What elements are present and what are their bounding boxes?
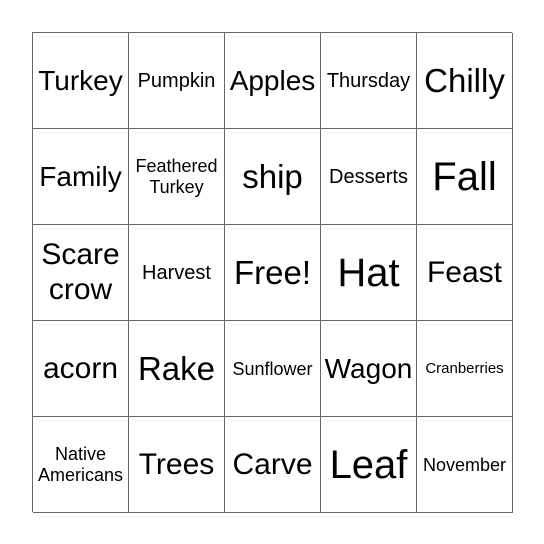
- bingo-cell[interactable]: Carve: [225, 417, 321, 513]
- bingo-cell[interactable]: Sunflower: [225, 321, 321, 417]
- cell-text: Wagon: [324, 352, 413, 384]
- bingo-cell[interactable]: ship: [225, 129, 321, 225]
- cell-text: Pumpkin: [137, 69, 216, 92]
- bingo-cell[interactable]: Family: [33, 129, 129, 225]
- cell-text: Leaf: [329, 442, 408, 487]
- bingo-cell[interactable]: Feathered Turkey: [129, 129, 225, 225]
- cell-text: November: [422, 454, 507, 475]
- bingo-cell[interactable]: Turkey: [33, 33, 129, 129]
- cell-text: Carve: [232, 447, 313, 481]
- cell-text: Trees: [138, 447, 215, 481]
- bingo-cell[interactable]: Pumpkin: [129, 33, 225, 129]
- bingo-cell[interactable]: Cranberries: [417, 321, 513, 417]
- bingo-cell[interactable]: Scare crow: [33, 225, 129, 321]
- bingo-cell[interactable]: Thursday: [321, 33, 417, 129]
- cell-text: Hat: [337, 250, 400, 295]
- bingo-free-space[interactable]: Free!: [225, 225, 321, 321]
- cell-text: ship: [242, 158, 303, 195]
- bingo-cell[interactable]: Chilly: [417, 33, 513, 129]
- bingo-cell[interactable]: Wagon: [321, 321, 417, 417]
- bingo-cell[interactable]: Rake: [129, 321, 225, 417]
- bingo-cell[interactable]: Feast: [417, 225, 513, 321]
- bingo-cell[interactable]: Fall: [417, 129, 513, 225]
- cell-text: Desserts: [329, 165, 408, 188]
- cell-text: Apples: [229, 64, 316, 96]
- cell-text: Native Americans: [37, 443, 124, 485]
- bingo-cell[interactable]: Leaf: [321, 417, 417, 513]
- cell-text: Fall: [432, 154, 497, 199]
- cell-text: Family: [39, 160, 122, 192]
- cell-text: Free!: [233, 254, 312, 291]
- cell-text: Feast: [426, 255, 503, 289]
- cell-text: Scare crow: [41, 238, 120, 306]
- cell-text: Rake: [137, 350, 216, 387]
- bingo-cell[interactable]: November: [417, 417, 513, 513]
- cell-text: Sunflower: [232, 358, 313, 379]
- cell-text: Turkey: [38, 64, 123, 96]
- cell-text: Feathered Turkey: [135, 155, 218, 197]
- cell-text: Thursday: [326, 69, 411, 92]
- bingo-cell[interactable]: Native Americans: [33, 417, 129, 513]
- cell-text: acorn: [42, 351, 119, 385]
- cell-text: Cranberries: [425, 360, 504, 377]
- bingo-cell[interactable]: Desserts: [321, 129, 417, 225]
- cell-text: Chilly: [424, 62, 505, 99]
- cell-text: Harvest: [142, 261, 211, 284]
- bingo-cell[interactable]: Hat: [321, 225, 417, 321]
- bingo-cell[interactable]: Trees: [129, 417, 225, 513]
- bingo-board: Turkey Pumpkin Apples Thursday Chilly Fa…: [32, 32, 513, 513]
- bingo-cell[interactable]: Harvest: [129, 225, 225, 321]
- bingo-cell[interactable]: Apples: [225, 33, 321, 129]
- bingo-cell[interactable]: acorn: [33, 321, 129, 417]
